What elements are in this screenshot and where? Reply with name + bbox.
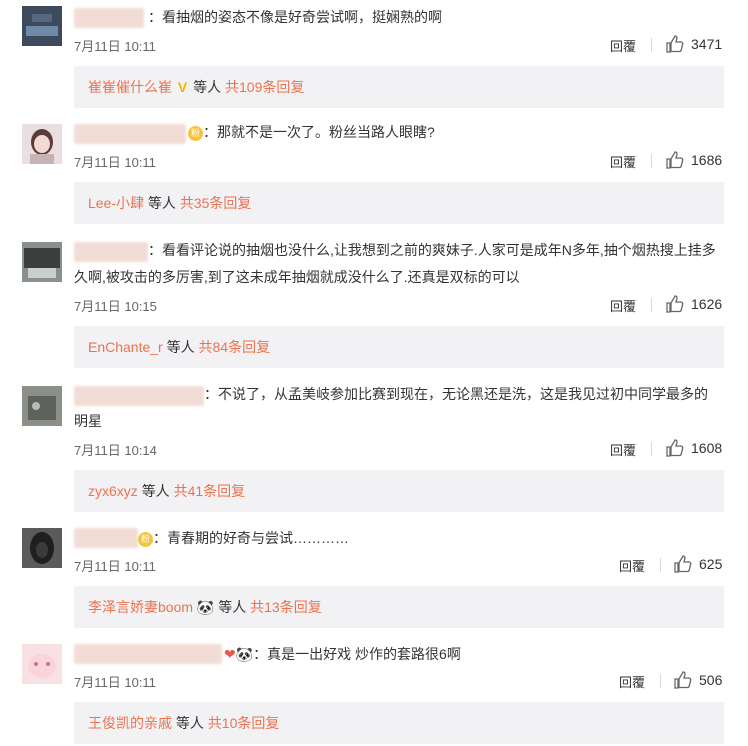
comment-text: ：看看评论说的抽烟也没什么,让我想到之前的爽妹子.人家可是成年N多年,抽个烟热搜… — [74, 237, 719, 291]
reply-button[interactable]: 回覆 — [619, 556, 645, 575]
reply-summary[interactable]: EnChante_r 等人 共84条回复 — [74, 326, 724, 368]
like-count: 625 — [699, 556, 723, 572]
comment-date: 7月11日 10:11 — [74, 155, 156, 170]
reply-count-link[interactable]: 共41条回复 — [174, 483, 246, 499]
reply-button[interactable]: 回覆 — [610, 152, 636, 171]
reply-user-link[interactable]: zyx6xyz — [88, 483, 138, 499]
thumbs-up-icon[interactable] — [673, 554, 693, 577]
reply-user-link[interactable]: EnChante_r — [88, 339, 163, 355]
reply-middle: 等人 — [193, 79, 222, 95]
reply-middle: 等人 — [218, 599, 247, 615]
reply-middle: 等人 — [141, 483, 170, 499]
reply-count-link[interactable]: 共13条回复 — [250, 599, 322, 615]
reply-button[interactable]: 回覆 — [610, 440, 636, 459]
comment-text: 粉：那就不是一次了。粉丝当路人眼瞎? — [74, 119, 719, 146]
divider — [651, 154, 652, 168]
thumbs-up-icon[interactable] — [665, 150, 685, 173]
comment-meta: 7月11日 10:11 回覆 3471 — [74, 32, 724, 56]
avatar[interactable] — [22, 528, 62, 568]
comment-meta: 7月11日 10:14 回覆 1608 — [74, 436, 724, 460]
comment-date: 7月11日 10:11 — [74, 559, 156, 574]
reply-count-link[interactable]: 共10条回复 — [208, 715, 280, 731]
reply-user-link[interactable]: Lee-小肆 — [88, 195, 144, 211]
comment-text: 粉：青春期的好奇与尝试………… — [74, 525, 719, 552]
avatar[interactable] — [22, 242, 62, 282]
reply-summary[interactable]: Lee-小肆 等人 共35条回复 — [74, 182, 724, 224]
comment-text: ：看抽烟的姿态不像是好奇尝试啊，挺娴熟的啊 — [74, 4, 719, 31]
reply-button[interactable]: 回覆 — [610, 36, 636, 55]
comment-meta: 7月11日 10:15 回覆 1626 — [74, 292, 724, 316]
reply-button[interactable]: 回覆 — [619, 672, 645, 691]
comment-date: 7月11日 10:11 — [74, 675, 156, 690]
like-count: 1686 — [691, 152, 723, 168]
divider — [660, 558, 661, 572]
comment-date: 7月11日 10:15 — [74, 299, 157, 314]
comment-date: 7月11日 10:11 — [74, 39, 156, 54]
comment-text: ：不说了，从孟美岐参加比赛到现在，无论黑还是洗，这是我见过初中同学最多的明星 — [74, 381, 719, 435]
like-count: 506 — [699, 672, 723, 688]
heart-badge-icon: ❤ — [224, 646, 236, 662]
reply-button[interactable]: 回覆 — [610, 296, 636, 315]
reply-summary[interactable]: zyx6xyz 等人 共41条回复 — [74, 470, 724, 512]
thumbs-up-icon[interactable] — [665, 34, 685, 57]
reply-user-link[interactable]: 李泽言娇妻boom — [88, 599, 193, 615]
divider — [660, 674, 661, 688]
comment-text-value: ：看看评论说的抽烟也没什么,让我想到之前的爽妹子.人家可是成年N多年,抽个烟热搜… — [74, 242, 716, 285]
reply-middle: 等人 — [147, 195, 176, 211]
comment-text-value: ：青春期的好奇与尝试………… — [153, 530, 349, 546]
divider — [651, 38, 652, 52]
like-count: 1626 — [691, 296, 723, 312]
thumbs-up-icon[interactable] — [673, 670, 693, 693]
comment-text-value: ：看抽烟的姿态不像是好奇尝试啊，挺娴熟的啊 — [148, 9, 442, 25]
reply-middle: 等人 — [175, 715, 204, 731]
avatar[interactable] — [22, 386, 62, 426]
reply-count-link[interactable]: 共84条回复 — [199, 339, 271, 355]
reply-user-link[interactable]: 王俊凯的亲戚 — [88, 715, 172, 731]
like-count: 1608 — [691, 440, 723, 456]
panda-emoji-icon: 🐼 — [235, 646, 254, 662]
comment-text: ❤🐼：真是一出好戏 炒作的套路很6啊 — [74, 641, 719, 668]
panda-emoji-icon: 🐼 — [196, 599, 215, 615]
avatar[interactable] — [22, 6, 62, 46]
comment-text-value: ：那就不是一次了。粉丝当路人眼瞎? — [203, 124, 435, 140]
comment-date: 7月11日 10:14 — [74, 443, 157, 458]
member-badge-icon: 粉 — [138, 532, 153, 547]
reply-summary[interactable]: 崔崔催什么崔 V 等人 共109条回复 — [74, 66, 724, 108]
reply-count-link[interactable]: 共35条回复 — [180, 195, 252, 211]
comment-meta: 7月11日 10:11 回覆 1686 — [74, 148, 724, 172]
v-badge-icon: V — [177, 79, 188, 95]
avatar[interactable] — [22, 124, 62, 164]
divider — [651, 298, 652, 312]
reply-summary[interactable]: 王俊凯的亲戚 等人 共10条回复 — [74, 702, 724, 744]
comment-text-value: ：真是一出好戏 炒作的套路很6啊 — [253, 646, 461, 662]
reply-count-link[interactable]: 共109条回复 — [225, 79, 304, 95]
thumbs-up-icon[interactable] — [665, 438, 685, 461]
member-badge-icon: 粉 — [188, 126, 203, 141]
thumbs-up-icon[interactable] — [665, 294, 685, 317]
comment-meta: 7月11日 10:11 回覆 625 — [74, 552, 724, 576]
like-count: 3471 — [691, 36, 723, 52]
divider — [651, 442, 652, 456]
comment-text-value: ：不说了，从孟美岐参加比赛到现在，无论黑还是洗，这是我见过初中同学最多的明星 — [74, 386, 708, 429]
reply-summary[interactable]: 李泽言娇妻boom 🐼 等人 共13条回复 — [74, 586, 724, 628]
avatar[interactable] — [22, 644, 62, 684]
reply-user-link[interactable]: 崔崔催什么崔 — [88, 79, 172, 95]
reply-middle: 等人 — [166, 339, 195, 355]
comment-meta: 7月11日 10:11 回覆 506 — [74, 668, 724, 692]
